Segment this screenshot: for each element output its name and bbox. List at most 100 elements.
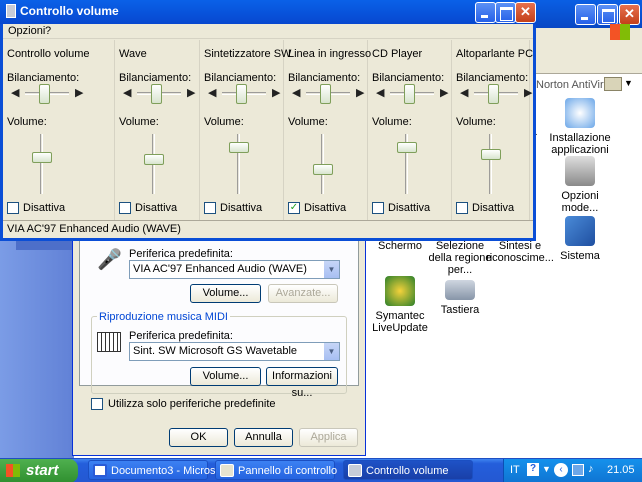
cp-icon-label: Sistema [560, 250, 600, 262]
cp-icon-opzioni-modem[interactable]: Opzioni mode... [545, 156, 615, 214]
cancel-button[interactable]: Annulla [234, 428, 293, 447]
keyboard-icon [445, 280, 475, 300]
speaker-left-icon: ◀ [292, 87, 301, 99]
balance-label: Bilanciamento: [288, 72, 361, 84]
cp-maximize-button[interactable] [597, 4, 618, 25]
speaker-right-icon: ▶ [356, 87, 365, 99]
only-default-checkbox[interactable] [91, 398, 103, 410]
only-default-label: Utilizza solo periferiche predefinite [108, 398, 276, 410]
clock[interactable]: 21.05 [607, 464, 635, 476]
volume-label: Volume: [288, 116, 328, 128]
mute-checkbox[interactable] [7, 202, 19, 214]
volume-titlebar[interactable]: Controllo volume [0, 0, 536, 24]
channel-column: Controllo volume Bilanciamento: ◀ ▶ Volume: D… [3, 40, 115, 220]
channel-name: Controllo volume [7, 48, 90, 60]
taskbar-item-label: Pannello di controllo [238, 465, 338, 477]
minimize-button[interactable] [475, 2, 496, 23]
balance-slider[interactable] [404, 84, 415, 104]
mute-checkbox-row[interactable]: Disattiva [119, 202, 177, 214]
playback-volume-button[interactable]: Volume... [190, 284, 261, 303]
menu-help[interactable]: ? [45, 25, 51, 37]
mute-checkbox-row[interactable]: Disattiva [456, 202, 514, 214]
cp-icon-label: Schermo [377, 240, 423, 252]
apply-button[interactable]: Applica [299, 428, 358, 447]
volume-slider[interactable] [32, 152, 52, 163]
volume-slider[interactable] [397, 142, 417, 153]
speaker-left-icon: ◀ [208, 87, 217, 99]
channel-name: Altoparlante PC [456, 48, 534, 60]
start-button[interactable]: start [0, 459, 78, 482]
maximize-button[interactable] [495, 2, 516, 23]
volume-slider[interactable] [144, 154, 164, 165]
back-arrow-tray-icon[interactable]: ‹ [554, 463, 568, 477]
volume-tray-icon[interactable]: ♪ [588, 463, 600, 477]
taskbar-item-controllo-volume[interactable]: Controllo volume [343, 460, 473, 480]
mute-checkbox[interactable] [288, 202, 300, 214]
cp-icon-label: Installazione applicazioni [549, 132, 611, 156]
midi-group-label: Riproduzione musica MIDI [97, 311, 230, 323]
microphone-speaker-icon: 🎤 [97, 249, 122, 271]
channel-name: Linea in ingresso [288, 48, 372, 60]
balance-slider[interactable] [39, 84, 50, 104]
mute-checkbox-row[interactable]: Disattiva [288, 202, 346, 214]
close-button[interactable]: ✕ [515, 2, 536, 23]
audio-properties-dialog: 🎤 Periferica predefinita: VIA AC'97 Enha… [72, 234, 366, 456]
mute-label: Disattiva [220, 202, 263, 214]
help-tray-icon[interactable]: ? [527, 463, 539, 476]
tray-icon-chevron[interactable]: ▼ [542, 464, 551, 474]
balance-slider[interactable] [236, 84, 247, 104]
norton-dropdown-icon[interactable] [604, 77, 622, 91]
chevron-down-icon[interactable]: ▼ [624, 78, 633, 88]
volume-slider[interactable] [313, 164, 333, 175]
mute-label: Disattiva [388, 202, 431, 214]
midi-info-button[interactable]: Informazioni su... [266, 367, 338, 399]
taskbar-item-pannello[interactable]: Pannello di controllo [215, 460, 338, 480]
taskbar-item-label: Documento3 - Micros... [111, 465, 225, 477]
midi-volume-button[interactable]: Volume... [190, 367, 261, 386]
playback-advanced-button[interactable]: Avanzate... [268, 284, 338, 303]
mute-checkbox[interactable] [204, 202, 216, 214]
cp-icon-label: Symantec LiveUpdate [372, 310, 428, 334]
balance-slider[interactable] [488, 84, 499, 104]
chevron-down-icon[interactable]: ▼ [323, 343, 339, 360]
cp-icon-label: Tastiera [440, 304, 480, 316]
balance-slider[interactable] [151, 84, 162, 104]
menu-opzioni[interactable]: Opzioni [8, 25, 45, 37]
cp-icon-sistema[interactable]: Sistema [545, 216, 615, 262]
cp-close-button[interactable]: ✕ [619, 4, 640, 25]
channel-name: Wave [119, 48, 147, 60]
word-icon [93, 464, 107, 477]
system-icon [565, 216, 595, 246]
playback-device-label: Periferica predefinita: [129, 248, 233, 260]
volume-track [489, 134, 492, 194]
volume-label: Volume: [119, 116, 159, 128]
mute-checkbox[interactable] [372, 202, 384, 214]
cp-icon-installazione[interactable]: Installazione applicazioni [545, 98, 615, 156]
cp-icon-tastiera[interactable]: Tastiera [425, 280, 495, 316]
mute-checkbox-row[interactable]: Disattiva [372, 202, 430, 214]
mute-checkbox-row[interactable]: Disattiva [7, 202, 65, 214]
ok-button[interactable]: OK [169, 428, 228, 447]
language-indicator[interactable]: IT [510, 464, 520, 476]
volume-slider[interactable] [481, 149, 501, 160]
only-default-checkbox-row[interactable]: Utilizza solo periferiche predefinite [91, 398, 276, 410]
mute-checkbox[interactable] [456, 202, 468, 214]
channel-column: Sintetizzatore SW Bilanciamento: ◀ ▶ Volume:… [200, 40, 291, 220]
balance-slider[interactable] [320, 84, 331, 104]
mute-checkbox-row[interactable]: Disattiva [204, 202, 262, 214]
taskbar-item-label: Controllo volume [366, 465, 449, 477]
balance-label: Bilanciamento: [119, 72, 192, 84]
speaker-left-icon: ◀ [376, 87, 385, 99]
mute-checkbox[interactable] [119, 202, 131, 214]
midi-device-select[interactable]: Sint. SW Microsoft GS Wavetable ▼ [129, 342, 340, 361]
volume-slider[interactable] [229, 142, 249, 153]
mute-label: Disattiva [472, 202, 515, 214]
playback-device-select[interactable]: VIA AC'97 Enhanced Audio (WAVE) ▼ [129, 260, 340, 279]
speaker-left-icon: ◀ [11, 87, 20, 99]
speaker-right-icon: ▶ [440, 87, 449, 99]
taskbar-item-documento3[interactable]: Documento3 - Micros... [88, 460, 225, 480]
chevron-down-icon[interactable]: ▼ [323, 261, 339, 278]
network-tray-icon[interactable] [572, 464, 584, 476]
window-title: Controllo volume [20, 4, 119, 18]
cp-minimize-button[interactable] [575, 4, 596, 25]
